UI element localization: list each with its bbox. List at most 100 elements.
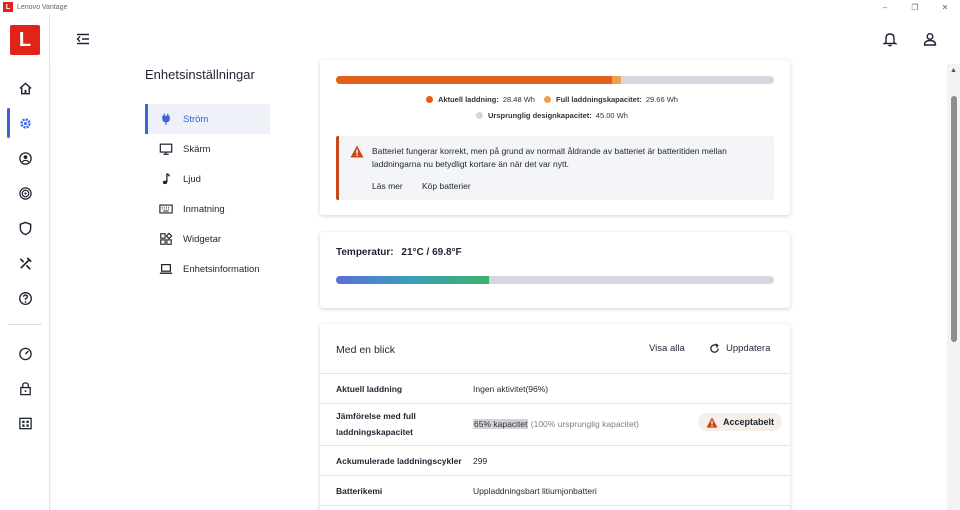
scroll-up-icon[interactable]: ▲ [950, 67, 957, 74]
table-row: Batterikemi Uppladdningsbart litiumjonba… [320, 475, 790, 505]
legend-dot-icon [426, 96, 433, 103]
glance-title: Med en blick [336, 344, 395, 356]
menu-collapse-icon[interactable] [75, 31, 91, 47]
page-title: Enhetsinställningar [145, 67, 255, 82]
rail-security[interactable] [0, 211, 50, 245]
rail-help[interactable] [0, 281, 50, 315]
widgets-icon [159, 232, 173, 246]
home-icon [18, 81, 32, 94]
maximize-button[interactable]: ❐ [900, 0, 930, 14]
original-capacity-note: (100% ursprunglig kapacitet) [528, 419, 639, 429]
lenovo-logo[interactable]: L [10, 25, 40, 55]
legend-label: Ursprunglig designkapacitet: [488, 111, 592, 120]
show-all-label: Visa alla [649, 343, 685, 354]
legend-value: 29.66 Wh [645, 95, 678, 104]
rail-home[interactable] [0, 71, 50, 105]
rail-device-settings[interactable] [0, 106, 50, 140]
warning-triangle-icon [350, 145, 364, 158]
legend-design-capacity: Ursprunglig designkapacitet: 45.00 Wh [476, 111, 628, 120]
rail-performance[interactable] [0, 336, 50, 370]
subnav-label: Enhetsinformation [183, 263, 260, 275]
subnav-label: Inmatning [183, 203, 225, 215]
subnav-label: Ljud [183, 173, 201, 185]
wifi-security-icon [18, 186, 32, 200]
rail-divider [8, 324, 42, 325]
page-scrollbar[interactable]: ▲ [947, 64, 960, 510]
legend-label: Aktuell laddning: [438, 95, 499, 104]
legend-full-capacity: Full laddningskapacitet: 29.66 Wh [544, 95, 678, 104]
temperature-readout: Temperatur: 21°C / 69.8°F [336, 247, 467, 258]
rail-privacy[interactable] [0, 371, 50, 405]
scrollbar-thumb[interactable] [951, 96, 957, 342]
buy-batteries-link[interactable]: Köp batterier [422, 181, 471, 191]
window-controls: – ❐ ✕ [870, 0, 960, 14]
subnav-item-audio[interactable]: Ljud [145, 164, 270, 194]
subnav-label: Skärm [183, 143, 211, 155]
current-charge-segment [336, 76, 612, 84]
app-logo-icon: L [3, 2, 13, 12]
rail-apps[interactable] [0, 406, 50, 440]
left-rail: L [0, 14, 50, 510]
subnav-item-power[interactable]: Ström [145, 104, 270, 134]
rail-smart-performance[interactable] [0, 176, 50, 210]
legend-value: 45.00 Wh [595, 111, 628, 120]
row-key: Jämförelse med full laddningskapacitet [336, 411, 416, 437]
legend-value: 28.48 Wh [502, 95, 535, 104]
apps-grid-icon [18, 417, 32, 429]
legend-dot-icon [476, 112, 483, 119]
legend-current-charge: Aktuell laddning: 28.48 Wh [426, 95, 535, 104]
subnav-item-display[interactable]: Skärm [145, 134, 270, 164]
row-value: 299 [473, 456, 488, 466]
status-badge-label: Acceptabelt [723, 417, 775, 427]
music-note-icon [159, 172, 173, 186]
read-more-link[interactable]: Läs mer [372, 181, 403, 191]
user-account-icon[interactable] [922, 31, 938, 47]
row-value: Ingen aktivitet(96%) [473, 384, 549, 394]
temperature-card: Temperatur: 21°C / 69.8°F [320, 232, 790, 308]
row-key: Aktuell laddning [336, 384, 403, 394]
capacity-highlight: 65% kapacitet [473, 419, 529, 429]
table-row: Aktuell laddning Ingen aktivitet(96%) [320, 373, 790, 403]
notification-bell-icon[interactable] [882, 31, 898, 47]
refresh-label: Uppdatera [726, 343, 771, 354]
speedometer-icon [18, 347, 32, 360]
refresh-button[interactable]: Uppdatera [709, 343, 770, 354]
subnav-item-widgets[interactable]: Widgetar [145, 224, 270, 254]
table-row [320, 505, 790, 510]
rail-tools[interactable] [0, 246, 50, 280]
at-a-glance-card: Med en blick Visa alla Uppdatera Aktuell… [320, 324, 790, 510]
row-value: Uppladdningsbart litiumjonbatteri [473, 486, 597, 496]
status-badge: Acceptabelt [698, 413, 783, 431]
close-button[interactable]: ✕ [930, 0, 960, 14]
temperature-fill [336, 276, 490, 284]
legend-label: Full laddningskapacitet: [556, 95, 642, 104]
minimize-button[interactable]: – [870, 0, 900, 14]
power-plug-icon [159, 112, 173, 126]
warning-message: Batteriet fungerar korrekt, men på grund… [372, 146, 727, 169]
warning-triangle-icon [706, 416, 718, 428]
lock-icon [19, 381, 31, 395]
battery-warning: Batteriet fungerar korrekt, men på grund… [336, 136, 774, 200]
refresh-icon [710, 343, 719, 353]
keyboard-icon [159, 202, 173, 216]
battery-card: Aktuell laddning: 28.48 Wh Full laddning… [320, 60, 790, 215]
tools-icon [19, 256, 32, 270]
window-titlebar: L Lenovo Vantage – ❐ ✕ [0, 0, 960, 14]
subnav-label: Widgetar [183, 233, 222, 245]
row-key: Ackumulerade laddningscykler [336, 456, 462, 466]
temperature-label: Temperatur: [336, 247, 394, 258]
battery-capacity-bar [336, 76, 774, 84]
subnav-label: Ström [183, 113, 209, 125]
top-header [50, 14, 960, 64]
table-row: Jämförelse med full laddningskapacitet 6… [320, 403, 790, 445]
shield-icon [19, 221, 31, 235]
subnav-item-input[interactable]: Inmatning [145, 194, 270, 224]
account-icon [18, 151, 32, 165]
temperature-bar [336, 276, 774, 284]
show-all-link[interactable]: Visa alla [649, 343, 685, 354]
help-icon [18, 291, 32, 305]
legend-dot-icon [544, 96, 551, 103]
subnav-item-device-info[interactable]: Enhetsinformation [145, 254, 270, 284]
row-value: 65% kapacitet (100% ursprunglig kapacite… [473, 419, 639, 429]
rail-account[interactable] [0, 141, 50, 175]
